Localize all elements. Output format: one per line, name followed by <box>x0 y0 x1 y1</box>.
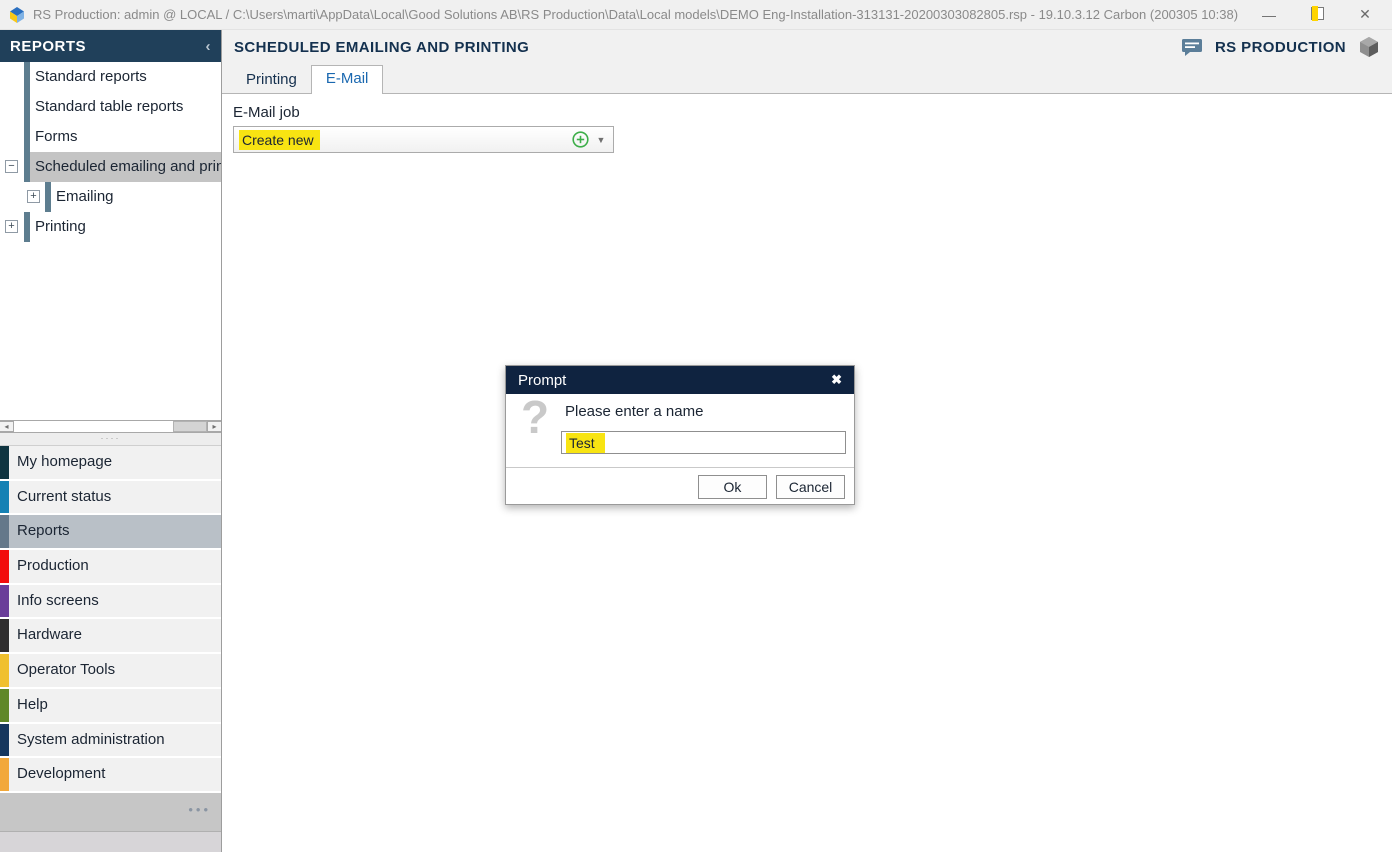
question-mark-icon: ? <box>521 390 549 444</box>
app-logo-icon <box>9 7 25 23</box>
email-job-combobox[interactable]: Create new ▼ <box>233 126 614 153</box>
collapse-sidebar-icon[interactable]: ‹ <box>206 38 212 55</box>
nav-item-label: System administration <box>9 724 221 757</box>
page-title: SCHEDULED EMAILING AND PRINTING <box>234 39 529 56</box>
tree-item-standard-reports[interactable]: Standard reports <box>0 62 221 92</box>
nav-color-bar <box>0 446 9 479</box>
brand-text: RS PRODUCTION <box>1215 39 1346 56</box>
window-controls: — ✕ <box>1240 6 1392 23</box>
dialog-message: Please enter a name <box>565 403 703 420</box>
tree-item-label: Printing <box>30 212 221 242</box>
add-icon[interactable] <box>572 131 589 148</box>
tab-printing[interactable]: Printing <box>232 67 311 93</box>
sidebar-header: REPORTS ‹ <box>0 30 221 62</box>
nav-item-label: Production <box>9 550 221 583</box>
nav-item-label: Operator Tools <box>9 654 221 687</box>
close-button[interactable]: ✕ <box>1356 6 1374 23</box>
chevron-down-icon[interactable]: ▼ <box>589 135 613 145</box>
nav-item-reports[interactable]: Reports <box>0 515 221 550</box>
tree-item-scheduled-emailing-and-printing[interactable]: − Scheduled emailing and printing <box>0 152 221 182</box>
nav-color-bar <box>0 724 9 757</box>
tab-strip: Printing E-Mail <box>222 64 1392 94</box>
nav-color-bar <box>0 481 9 514</box>
minimize-button[interactable]: — <box>1260 7 1278 23</box>
expand-node-icon[interactable]: + <box>5 220 18 233</box>
tree-item-label: Standard reports <box>30 62 221 92</box>
nav-item-development[interactable]: Development <box>0 758 221 793</box>
page-header: SCHEDULED EMAILING AND PRINTING RS PRODU… <box>222 30 1392 64</box>
reports-tree: Standard reports Standard table reports … <box>0 62 221 420</box>
nav-item-hardware[interactable]: Hardware <box>0 619 221 654</box>
nav-color-bar <box>0 515 9 548</box>
header-right: RS PRODUCTION <box>1181 36 1380 58</box>
dialog-titlebar[interactable]: Prompt ✖ <box>506 366 854 394</box>
prompt-dialog: Prompt ✖ ? Please enter a name Test Ok C… <box>505 365 855 505</box>
nav-color-bar <box>0 550 9 583</box>
name-input-value: Test <box>566 433 605 453</box>
nav-item-label: Current status <box>9 481 221 514</box>
nav-color-bar <box>0 689 9 722</box>
nav-item-operator-tools[interactable]: Operator Tools <box>0 654 221 689</box>
scrollbar-thumb[interactable] <box>173 421 207 432</box>
maximize-button[interactable] <box>1308 7 1326 23</box>
dialog-title: Prompt <box>518 372 566 389</box>
nav-color-bar <box>0 619 9 652</box>
nav-item-label: Hardware <box>9 619 221 652</box>
nav-item-my-homepage[interactable]: My homepage <box>0 446 221 481</box>
brand-cube-icon <box>1358 36 1380 58</box>
sidebar-title: REPORTS <box>10 38 86 55</box>
sidebar: REPORTS ‹ Standard reports Standard tabl… <box>0 30 222 852</box>
email-job-label: E-Mail job <box>233 104 300 121</box>
tree-item-forms[interactable]: Forms <box>0 122 221 152</box>
nav-color-bar <box>0 585 9 618</box>
sidebar-splitter[interactable]: ···· <box>0 433 221 446</box>
module-nav: My homepage Current status Reports Produ… <box>0 446 221 793</box>
nav-overflow-button[interactable]: ••• <box>188 802 211 817</box>
combobox-icons: ▼ <box>572 131 613 148</box>
combobox-value: Create new <box>239 130 320 150</box>
tree-item-label-selected: Scheduled emailing and printing <box>30 152 221 182</box>
tree-item-emailing[interactable]: + Emailing <box>0 182 221 212</box>
nav-item-system-administration[interactable]: System administration <box>0 724 221 759</box>
tree-item-label: Emailing <box>51 182 221 212</box>
scroll-left-icon[interactable]: ◂ <box>0 421 14 432</box>
nav-color-bar <box>0 758 9 791</box>
tree-horizontal-scrollbar[interactable]: ◂ ▸ <box>0 420 221 433</box>
nav-item-label: My homepage <box>9 446 221 479</box>
nav-overflow-area: ••• <box>0 793 221 832</box>
expand-node-icon[interactable]: + <box>27 190 40 203</box>
dialog-footer: Ok Cancel <box>506 467 854 505</box>
maximize-icon <box>1311 7 1324 20</box>
brand-flag-logo <box>10 835 56 852</box>
ok-button[interactable]: Ok <box>698 475 767 499</box>
feedback-bubble-icon[interactable] <box>1181 38 1203 56</box>
tree-item-label: Standard table reports <box>30 92 221 122</box>
tab-email[interactable]: E-Mail <box>311 65 384 94</box>
nav-item-label: Info screens <box>9 585 221 618</box>
nav-item-label: Help <box>9 689 221 722</box>
sidebar-bottom-strip <box>0 832 221 852</box>
tree-item-label: Forms <box>30 122 221 152</box>
nav-item-info-screens[interactable]: Info screens <box>0 585 221 620</box>
nav-item-current-status[interactable]: Current status <box>0 481 221 516</box>
nav-item-production[interactable]: Production <box>0 550 221 585</box>
nav-item-label: Development <box>9 758 221 791</box>
dialog-body: ? Please enter a name Test <box>506 394 854 467</box>
collapse-node-icon[interactable]: − <box>5 160 18 173</box>
nav-color-bar <box>0 654 9 687</box>
cancel-button[interactable]: Cancel <box>776 475 845 499</box>
nav-item-label: Reports <box>9 515 221 548</box>
window-title: RS Production: admin @ LOCAL / C:\Users\… <box>33 7 1240 22</box>
tree-item-standard-table-reports[interactable]: Standard table reports <box>0 92 221 122</box>
window-titlebar: RS Production: admin @ LOCAL / C:\Users\… <box>0 0 1392 30</box>
dialog-close-icon[interactable]: ✖ <box>831 372 842 388</box>
tree-item-printing[interactable]: + Printing <box>0 212 221 242</box>
nav-item-help[interactable]: Help <box>0 689 221 724</box>
name-input[interactable]: Test <box>561 431 846 454</box>
scroll-right-icon[interactable]: ▸ <box>207 421 221 432</box>
